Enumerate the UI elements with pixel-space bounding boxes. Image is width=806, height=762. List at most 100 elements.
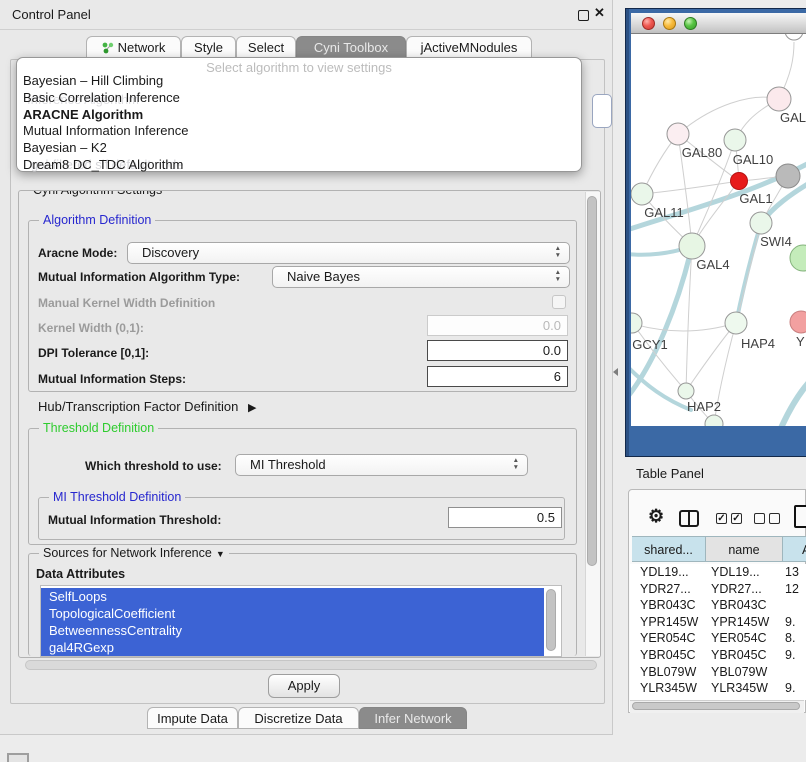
- cell-shared[interactable]: YLR345W: [630, 680, 704, 697]
- settings-scrollbar-thumb[interactable]: [587, 196, 597, 566]
- hub-definition-toggle[interactable]: Hub/Transcription Factor Definition ▶: [38, 399, 256, 414]
- panel-divider-collapse-icon[interactable]: [613, 368, 618, 376]
- cell-shared[interactable]: YDL19...: [630, 564, 704, 581]
- node-partial-bottom[interactable]: [705, 415, 723, 426]
- close-traffic-light[interactable]: [642, 17, 655, 30]
- which-threshold-select[interactable]: MI Threshold ▲▼: [235, 454, 528, 476]
- cell-name[interactable]: YDL19...: [704, 564, 781, 581]
- unchecked-checkbox-icon[interactable]: [769, 513, 780, 524]
- dropdown-item-highlighted[interactable]: ARACNE Algorithm: [23, 107, 143, 124]
- settings-horizontal-scrollbar[interactable]: [25, 660, 597, 670]
- document-icon[interactable]: [794, 505, 806, 528]
- cell-shared[interactable]: YPR145W: [630, 614, 704, 631]
- dropdown-item[interactable]: Dream8 DC_TDC Algorithm: [23, 157, 183, 174]
- checked-checkbox-icon[interactable]: ✓: [716, 513, 727, 524]
- cell-value[interactable]: 9.: [781, 680, 806, 697]
- window-titlebar[interactable]: [631, 13, 806, 34]
- node-gal80[interactable]: [667, 123, 689, 145]
- cell-shared[interactable]: YBL079W: [630, 664, 704, 681]
- node-hap2[interactable]: [678, 383, 694, 399]
- cell-name[interactable]: YBR043C: [704, 597, 781, 614]
- cell-shared[interactable]: YER054C: [630, 630, 704, 647]
- cell-value[interactable]: [781, 664, 806, 681]
- attributes-scrollbar-thumb[interactable]: [546, 589, 556, 651]
- table-row[interactable]: YER054CYER054C8.: [630, 630, 806, 647]
- table-row[interactable]: YBL079WYBL079W: [630, 664, 806, 681]
- dropdown-item[interactable]: Bayesian – K2: [23, 140, 107, 157]
- dropdown-item[interactable]: Basic Correlation Inference: [23, 90, 180, 107]
- tab-discretize-data[interactable]: Discretize Data: [238, 707, 359, 729]
- close-icon[interactable]: ✕: [594, 5, 605, 21]
- tab-infer-network[interactable]: Infer Network: [359, 707, 467, 729]
- node-partial-top[interactable]: [785, 34, 803, 40]
- tab-select[interactable]: Select: [236, 36, 296, 58]
- list-item[interactable]: SelfLoops: [41, 588, 544, 605]
- node-gal10[interactable]: [724, 129, 746, 151]
- mi-steps-field[interactable]: 6: [427, 366, 568, 387]
- cell-value[interactable]: 13: [781, 564, 806, 581]
- sources-toggle[interactable]: Sources for Network Inference▼: [39, 546, 229, 560]
- node-hap4[interactable]: [725, 312, 747, 334]
- node-gal11[interactable]: [631, 183, 653, 205]
- node-gal1-red[interactable]: [731, 173, 748, 190]
- table-row[interactable]: YDL19...YDL19...13: [630, 564, 806, 581]
- table-row[interactable]: YBR043CYBR043C: [630, 597, 806, 614]
- network-canvas[interactable]: GAL GAL80 GAL10 GAL1 GAL11 SWI4 GAL4 GCY…: [631, 34, 806, 426]
- node-salmon[interactable]: [790, 311, 806, 333]
- cell-name[interactable]: YER054C: [704, 630, 781, 647]
- tab-style[interactable]: Style: [181, 36, 236, 58]
- checked-checkbox-icon[interactable]: ✓: [731, 513, 742, 524]
- list-item[interactable]: gal4RGexp: [41, 639, 544, 656]
- table-row[interactable]: YBR045CYBR045C9.: [630, 647, 806, 664]
- node-swi4-small[interactable]: [750, 212, 772, 234]
- minimize-traffic-light[interactable]: [663, 17, 676, 30]
- tab-impute-data[interactable]: Impute Data: [147, 707, 238, 729]
- cell-shared[interactable]: YDR27...: [630, 581, 704, 598]
- node-swi4-large[interactable]: [790, 245, 806, 271]
- network-edges-teal: [631, 162, 806, 426]
- mi-threshold-field[interactable]: 0.5: [448, 507, 562, 528]
- cell-value[interactable]: 8.: [781, 630, 806, 647]
- gear-icon[interactable]: ⚙: [648, 506, 664, 527]
- table-row[interactable]: YDR27...YDR27...12: [630, 581, 806, 598]
- cell-value[interactable]: 9.: [781, 647, 806, 664]
- cell-value[interactable]: 9.: [781, 614, 806, 631]
- cell-name[interactable]: YLR345W: [704, 680, 781, 697]
- table-row[interactable]: YPR145WYPR145W9.: [630, 614, 806, 631]
- dpi-tolerance-field[interactable]: 0.0: [427, 340, 568, 361]
- cell-name[interactable]: YPR145W: [704, 614, 781, 631]
- cell-value[interactable]: 12: [781, 581, 806, 598]
- column-view-icon[interactable]: [679, 510, 699, 527]
- tab-network[interactable]: Network: [86, 36, 181, 58]
- cell-value[interactable]: [781, 597, 806, 614]
- table-row[interactable]: YLR345WYLR345W9.: [630, 680, 806, 697]
- node-pink[interactable]: [767, 87, 791, 111]
- dropdown-item[interactable]: Mutual Information Inference: [23, 123, 188, 140]
- aracne-mode-select[interactable]: Discovery ▲▼: [127, 242, 570, 264]
- column-header-partial[interactable]: A: [783, 536, 806, 562]
- manual-kernel-checkbox[interactable]: [552, 295, 566, 309]
- node-gcy1[interactable]: [631, 313, 642, 333]
- tab-cyni-toolbox[interactable]: Cyni Toolbox: [296, 36, 406, 58]
- cell-name[interactable]: YBR045C: [704, 647, 781, 664]
- unchecked-checkbox-icon[interactable]: [754, 513, 765, 524]
- kernel-width-field[interactable]: 0.0: [427, 315, 568, 336]
- list-item[interactable]: TopologicalCoefficient: [41, 605, 544, 622]
- mi-algorithm-type-select[interactable]: Naive Bayes ▲▼: [272, 266, 570, 288]
- zoom-traffic-light[interactable]: [684, 17, 697, 30]
- dropdown-item[interactable]: Bayesian – Hill Climbing: [23, 73, 163, 90]
- cell-shared[interactable]: YBR045C: [630, 647, 704, 664]
- tab-jactivemnodules[interactable]: jActiveMNodules: [406, 36, 532, 58]
- cell-shared[interactable]: YBR043C: [630, 597, 704, 614]
- node-gray[interactable]: [776, 164, 800, 188]
- table-horizontal-scrollbar-thumb[interactable]: [632, 702, 800, 710]
- cell-name[interactable]: YDR27...: [704, 581, 781, 598]
- panel-grip[interactable]: [7, 753, 29, 762]
- column-header-name[interactable]: name: [706, 536, 783, 562]
- node-gal4[interactable]: [679, 233, 705, 259]
- list-item[interactable]: BetweennessCentrality: [41, 622, 544, 639]
- cell-name[interactable]: YBL079W: [704, 664, 781, 681]
- column-header-shared[interactable]: shared...: [632, 536, 706, 562]
- apply-button[interactable]: Apply: [268, 674, 340, 698]
- float-window-icon[interactable]: [578, 10, 589, 21]
